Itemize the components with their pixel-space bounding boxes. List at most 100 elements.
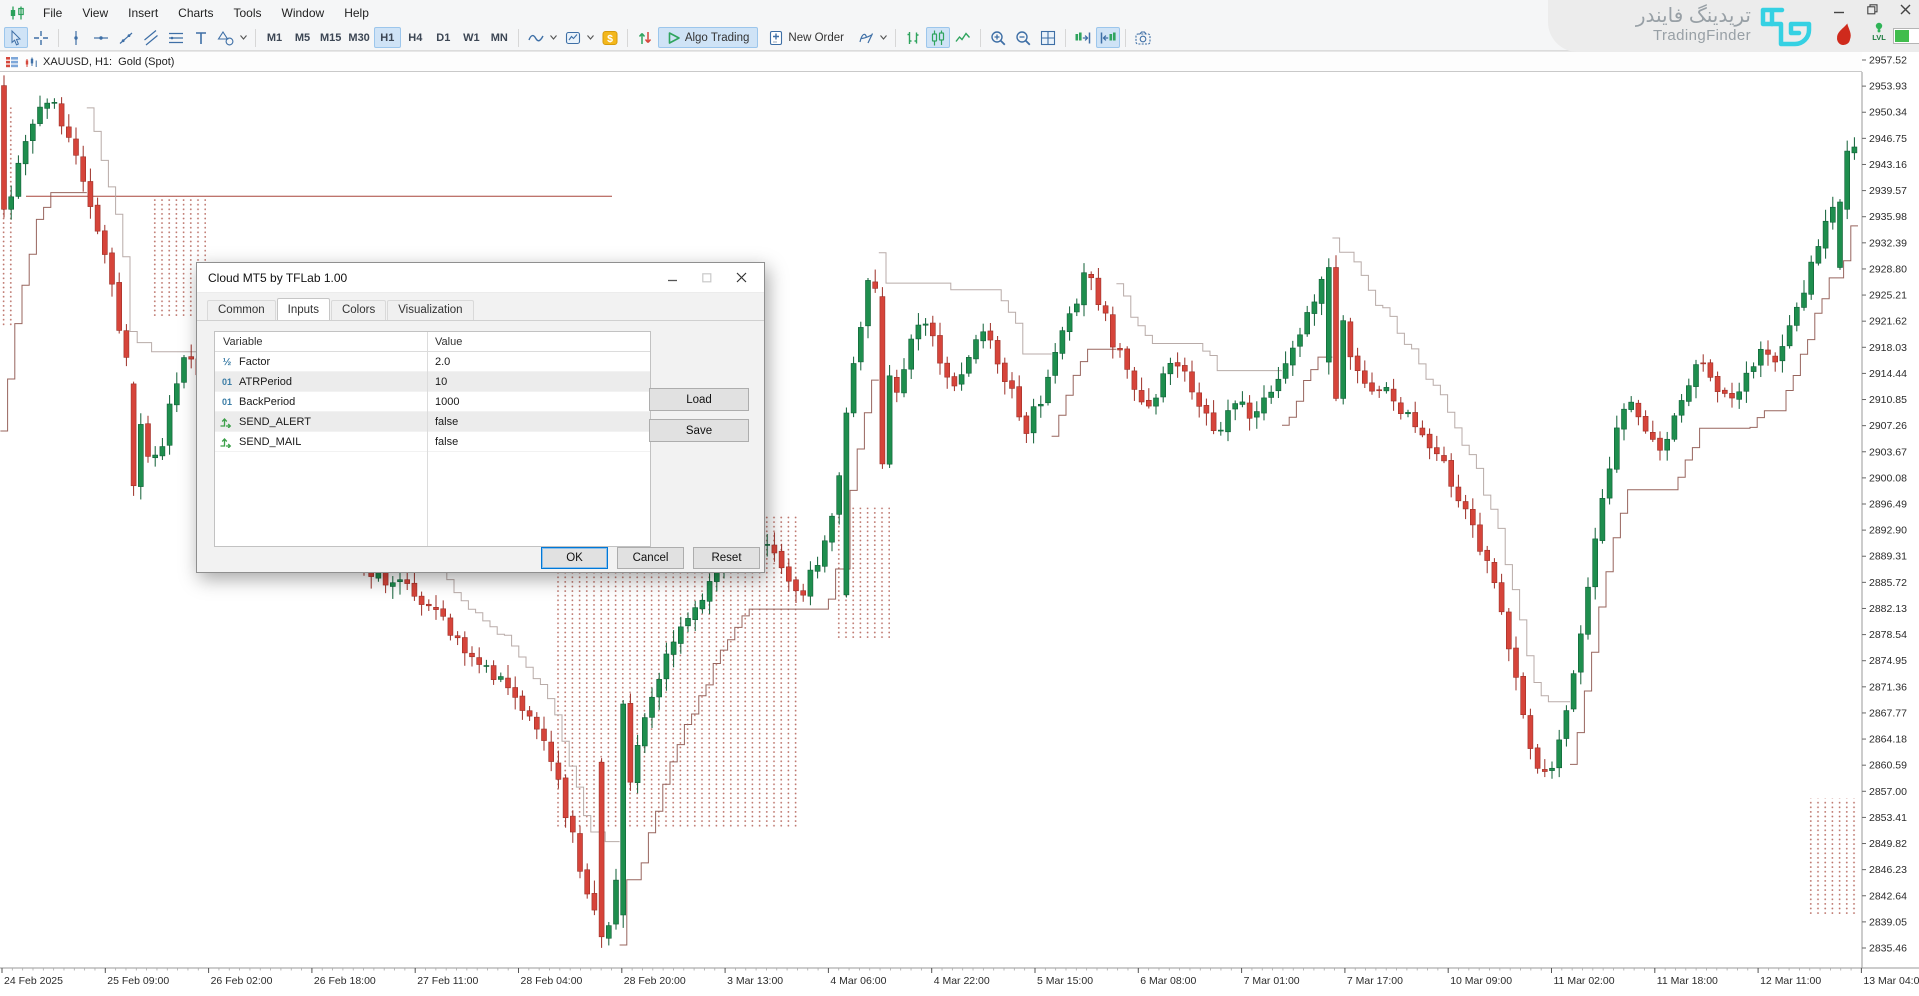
chart-symbol-icon — [24, 55, 38, 69]
param-value[interactable]: 10 — [427, 376, 447, 388]
timeframe-h4-button[interactable]: H4 — [402, 27, 429, 48]
timeframe-h1-button[interactable]: H1 — [374, 27, 401, 48]
time-tick-label: 4 Mar 22:00 — [934, 975, 990, 987]
market-depth-button[interactable] — [633, 27, 657, 48]
time-tick-label: 10 Mar 09:00 — [1450, 975, 1512, 987]
param-value[interactable]: false — [427, 436, 458, 448]
value-column-header: Value — [427, 336, 462, 348]
indicator-cloud — [1808, 799, 1856, 915]
double-type-icon: ½ — [219, 356, 235, 368]
window-close-button[interactable] — [1900, 4, 1911, 15]
time-tick-label: 28 Feb 04:00 — [521, 975, 583, 987]
param-value[interactable]: false — [427, 416, 458, 428]
time-tick-label: 3 Mar 13:00 — [727, 975, 783, 987]
fibonacci-tool-button[interactable] — [164, 27, 188, 48]
price-tick-label: 2846.23 — [1869, 864, 1907, 876]
level-indicator: LVL — [1868, 22, 1890, 41]
bar-chart-button[interactable] — [901, 27, 925, 48]
timeframe-m15-button[interactable]: M15 — [317, 27, 344, 48]
chart-template-button[interactable] — [561, 27, 597, 48]
menu-file[interactable]: File — [33, 3, 72, 23]
menu-charts[interactable]: Charts — [168, 3, 223, 23]
chart-tab[interactable]: XAUUSD, H1: Gold (Spot) — [5, 55, 174, 69]
indicator-stop-line — [879, 253, 1052, 354]
price-tick-label: 2878.54 — [1869, 629, 1907, 641]
dialog-tab-colors[interactable]: Colors — [331, 300, 386, 320]
candle-chart-button[interactable] — [926, 27, 950, 48]
shift-end-button[interactable] — [1071, 27, 1095, 48]
integer-type-icon: 01 — [219, 397, 235, 407]
cancel-button[interactable]: Cancel — [617, 547, 684, 569]
crosshair-tool-button[interactable] — [29, 27, 53, 48]
object-tools-button[interactable] — [854, 27, 890, 48]
column-divider — [427, 332, 428, 546]
auto-scroll-button[interactable] — [1096, 27, 1120, 48]
timeframe-w1-button[interactable]: W1 — [458, 27, 485, 48]
vertical-line-tool-button[interactable] — [64, 27, 88, 48]
dialog-title-bar[interactable]: Cloud MT5 by TFLab 1.00 — [197, 263, 764, 293]
trendline-tool-button[interactable] — [114, 27, 138, 48]
timeframe-m5-button[interactable]: M5 — [289, 27, 316, 48]
dialog-minimize-button[interactable] — [656, 264, 690, 292]
cursor-tool-button[interactable] — [4, 27, 28, 48]
price-tick-label: 2910.85 — [1869, 394, 1907, 406]
param-value[interactable]: 2.0 — [427, 356, 450, 368]
param-row-backperiod[interactable]: 01BackPeriod1000 — [215, 392, 650, 412]
menu-insert[interactable]: Insert — [118, 3, 168, 23]
param-row-send_alert[interactable]: SEND_ALERTfalse — [215, 412, 650, 432]
dialog-tab-visualization[interactable]: Visualization — [387, 300, 473, 320]
param-row-send_mail[interactable]: SEND_MAILfalse — [215, 432, 650, 452]
zoom-in-button[interactable] — [986, 27, 1010, 48]
price-tick-label: 2874.95 — [1869, 655, 1907, 667]
channel-tool-button[interactable] — [139, 27, 163, 48]
price-tick-label: 2839.05 — [1869, 916, 1907, 928]
timeframe-m30-button[interactable]: M30 — [345, 27, 372, 48]
tradingfinder-logo-icon — [1758, 7, 1812, 47]
algo-trading-button[interactable]: Algo Trading — [658, 27, 759, 48]
price-tick-label: 2857.00 — [1869, 786, 1907, 798]
load-button[interactable]: Load — [649, 388, 749, 411]
save-button[interactable]: Save — [649, 419, 749, 442]
menu-window[interactable]: Window — [272, 3, 335, 23]
dialog-maximize-button[interactable] — [690, 264, 724, 292]
menu-tools[interactable]: Tools — [224, 3, 272, 23]
param-row-factor[interactable]: ½Factor2.0 — [215, 352, 650, 372]
inputs-table[interactable]: Variable Value ½Factor2.0 01 ATRPeriod 10 01… — [214, 331, 651, 547]
zoom-out-button[interactable] — [1011, 27, 1035, 48]
price-tick-label: 2864.18 — [1869, 734, 1907, 746]
variable-column-header: Variable — [215, 336, 427, 348]
shapes-tool-button[interactable] — [214, 27, 250, 48]
price-tick-label: 2889.31 — [1869, 551, 1907, 563]
reset-button[interactable]: Reset — [693, 547, 760, 569]
timeframe-d1-button[interactable]: D1 — [430, 27, 457, 48]
text-tool-button[interactable] — [189, 27, 213, 48]
menu-help[interactable]: Help — [334, 3, 379, 23]
timeframe-mn-button[interactable]: MN — [486, 27, 513, 48]
tile-windows-button[interactable] — [1036, 27, 1060, 48]
ok-button[interactable]: OK — [541, 547, 608, 569]
dialog-tab-common[interactable]: Common — [207, 300, 276, 320]
screenshot-button[interactable] — [1131, 27, 1155, 48]
param-row-atrperiod[interactable]: 01ATRPeriod10 — [215, 372, 650, 392]
window-restore-button[interactable] — [1867, 4, 1878, 15]
toolbar-divider — [58, 29, 59, 47]
window-minimize-button[interactable] — [1834, 4, 1845, 15]
one-click-trading-button[interactable]: $ — [598, 27, 622, 48]
param-name: ATRPeriod — [239, 376, 292, 388]
new-order-button[interactable]: New Order — [759, 27, 853, 48]
dialog-tab-inputs[interactable]: Inputs — [277, 298, 330, 320]
menu-view[interactable]: View — [72, 3, 118, 23]
time-tick-label: 27 Feb 11:00 — [417, 975, 478, 987]
time-tick-label: 11 Mar 18:00 — [1657, 975, 1718, 987]
horizontal-line-tool-button[interactable] — [89, 27, 113, 48]
line-chart-button[interactable] — [951, 27, 975, 48]
indicators-button[interactable] — [524, 27, 560, 48]
dialog-body: Variable Value ½Factor2.0 01 ATRPeriod 10 01… — [197, 320, 764, 572]
param-value[interactable]: 1000 — [427, 396, 459, 408]
timeframe-m1-button[interactable]: M1 — [261, 27, 288, 48]
brand-name-english: TradingFinder — [1653, 27, 1751, 44]
price-tick-label: 2849.82 — [1869, 838, 1907, 850]
dialog-close-button[interactable] — [724, 264, 758, 292]
chart-tab-bar: XAUUSD, H1: Gold (Spot) — [0, 51, 1862, 72]
price-tick-label: 2885.72 — [1869, 577, 1907, 589]
